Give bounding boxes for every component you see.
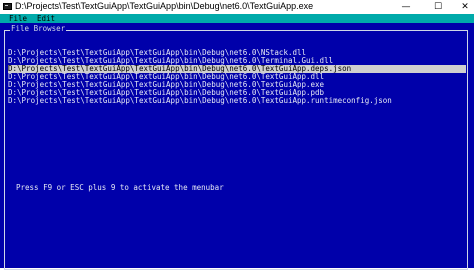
console-app-icon	[3, 3, 12, 10]
minimize-button[interactable]: —	[393, 0, 419, 14]
file-list-item[interactable]: D:\Projects\Test\TextGuiApp\TextGuiApp\b…	[8, 97, 466, 105]
window-titlebar[interactable]: D:\Projects\Test\TextGuiApp\TextGuiApp\b…	[0, 0, 474, 14]
menubar: File Edit	[0, 14, 474, 23]
menubar-hint: Press F9 or ESC plus 9 to activate the m…	[16, 183, 224, 192]
maximize-button[interactable]: ☐	[425, 0, 451, 14]
menu-file[interactable]: File	[9, 14, 27, 23]
console-area: File Edit File Browser D:\Projects\Test\…	[0, 14, 474, 270]
window-title: D:\Projects\Test\TextGuiApp\TextGuiApp\b…	[15, 1, 314, 11]
close-button[interactable]: ✕	[452, 0, 474, 14]
menu-edit[interactable]: Edit	[37, 14, 55, 23]
file-browser-title: File Browser	[10, 24, 67, 33]
file-list[interactable]: D:\Projects\Test\TextGuiApp\TextGuiApp\b…	[8, 49, 466, 105]
